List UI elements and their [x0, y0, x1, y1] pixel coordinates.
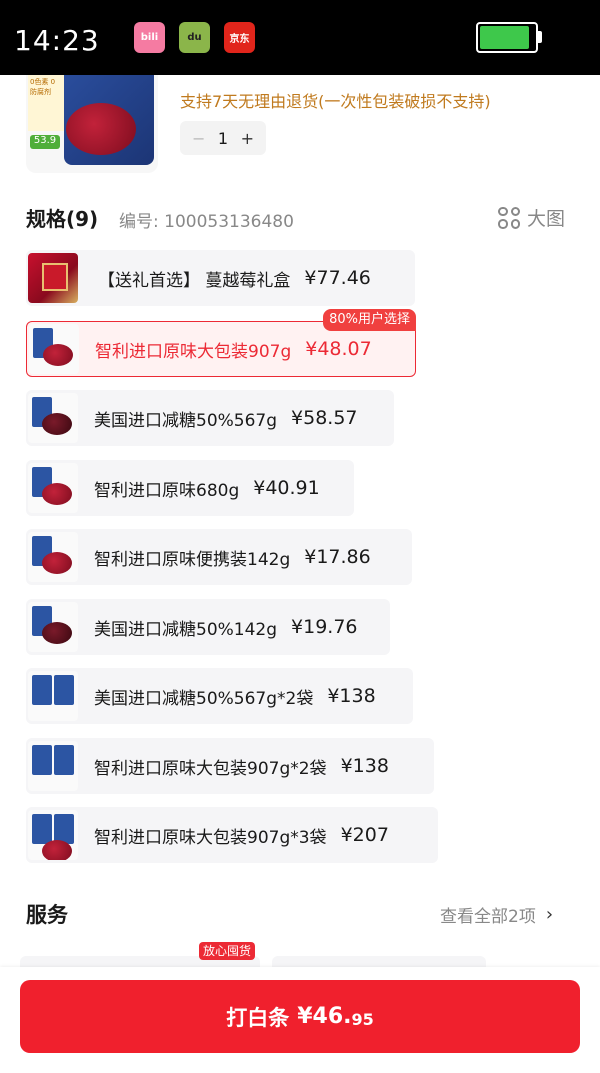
- product-thumbnail-small: [28, 393, 78, 443]
- spec-option-label: 智利进口原味大包装907g: [95, 341, 292, 362]
- battery-tip: [538, 31, 542, 43]
- product-thumbnail-small: [28, 671, 78, 721]
- battery-icon: [476, 22, 538, 53]
- pay-button-label: 打白条: [226, 1005, 290, 1030]
- spec-option-label: 智利进口原味大包装907g*2袋: [94, 758, 327, 779]
- dewu-app-icon: du: [179, 22, 210, 53]
- spec-option-price: ¥19.76: [291, 616, 358, 638]
- popular-choice-badge: 80%用户选择: [323, 309, 416, 331]
- services-view-all-link[interactable]: 查看全部2项 ›: [440, 902, 553, 927]
- spec-option-label: 美国进口减糖50%142g: [94, 619, 278, 640]
- services-title: 服务: [26, 903, 68, 927]
- spec-option-price: ¥207: [340, 824, 389, 846]
- spec-option-price: ¥17.86: [304, 546, 371, 568]
- spec-option-label: 智利进口原味大包装907g*3袋: [94, 827, 327, 848]
- spec-option-0[interactable]: 【送礼首选】 蔓越莓礼盒 ¥77.46: [26, 250, 415, 306]
- spec-option-8[interactable]: 智利进口原味大包装907g*3袋 ¥207: [26, 807, 438, 863]
- product-image-tag: 53.9: [30, 135, 60, 149]
- spec-option-6[interactable]: 美国进口减糖50%567g*2袋 ¥138: [26, 668, 413, 724]
- clock: 14:23: [14, 24, 100, 57]
- spec-title: 规格(9): [26, 207, 99, 231]
- grid-icon: [498, 206, 520, 229]
- spec-option-4[interactable]: 智利进口原味便携装142g ¥17.86: [26, 529, 412, 585]
- product-thumbnail-small: [28, 602, 78, 652]
- spec-option-price: ¥138: [327, 685, 376, 707]
- cranberries-image: [66, 103, 136, 155]
- spec-option-label: 智利进口原味680g: [94, 480, 240, 501]
- pay-price-integer: ¥46.: [297, 1004, 352, 1029]
- spec-option-label: 智利进口原味便携装142g: [94, 549, 291, 570]
- product-thumbnail-small: [28, 532, 78, 582]
- spec-option-1[interactable]: 智利进口原味大包装907g ¥48.07 80%用户选择: [26, 309, 416, 377]
- pay-with-baitiao-button[interactable]: 打白条 ¥46. 95: [20, 980, 580, 1053]
- spec-option-price: ¥48.07: [305, 338, 372, 360]
- product-thumbnail-small: [28, 463, 78, 513]
- services-view-all-label: 查看全部2项: [440, 907, 536, 927]
- spec-option-price: ¥58.57: [291, 407, 358, 429]
- service-badge: 放心囤货: [199, 942, 256, 960]
- product-thumbnail[interactable]: 0色素 0防腐剂 53.9: [26, 75, 158, 173]
- product-image-text: 0色素 0防腐剂: [28, 75, 64, 131]
- bilibili-app-icon: bili: [134, 22, 165, 53]
- product-thumbnail-small: [28, 810, 78, 860]
- jd-app-icon: 京东: [224, 22, 255, 53]
- quantity-minus-button[interactable]: −: [192, 129, 205, 148]
- spec-option-5[interactable]: 美国进口减糖50%142g ¥19.76: [26, 599, 390, 655]
- spec-option-price: ¥40.91: [253, 477, 320, 499]
- product-thumbnail-small: [28, 741, 78, 791]
- product-code: 编号: 100053136480: [119, 212, 294, 232]
- battery-level: [480, 26, 529, 49]
- status-bar: 14:23 bili du 京东: [0, 0, 600, 75]
- big-view-button[interactable]: 大图: [498, 204, 565, 231]
- spec-option-3[interactable]: 智利进口原味680g ¥40.91: [26, 460, 354, 516]
- return-policy: 支持7天无理由退货(一次性包装破损不支持): [180, 92, 491, 111]
- spec-option-7[interactable]: 智利进口原味大包装907g*2袋 ¥138: [26, 738, 434, 794]
- spec-option-price: ¥77.46: [304, 267, 371, 289]
- product-thumbnail-small: [29, 324, 79, 374]
- spec-option-label: 美国进口减糖50%567g: [94, 410, 278, 431]
- quantity-value[interactable]: 1: [218, 129, 228, 148]
- pay-price-decimal: 95: [351, 1009, 374, 1029]
- quantity-stepper[interactable]: − 1 +: [180, 121, 266, 155]
- spec-option-label: 美国进口减糖50%567g*2袋: [94, 688, 314, 709]
- big-view-label: 大图: [527, 208, 566, 230]
- gift-box-thumbnail: [28, 253, 78, 303]
- quantity-plus-button[interactable]: +: [241, 129, 254, 148]
- chevron-right-icon: ›: [545, 904, 554, 925]
- spec-option-price: ¥138: [340, 755, 389, 777]
- spec-option-label: 【送礼首选】 蔓越莓礼盒: [98, 270, 291, 291]
- spec-option-2[interactable]: 美国进口减糖50%567g ¥58.57: [26, 390, 394, 446]
